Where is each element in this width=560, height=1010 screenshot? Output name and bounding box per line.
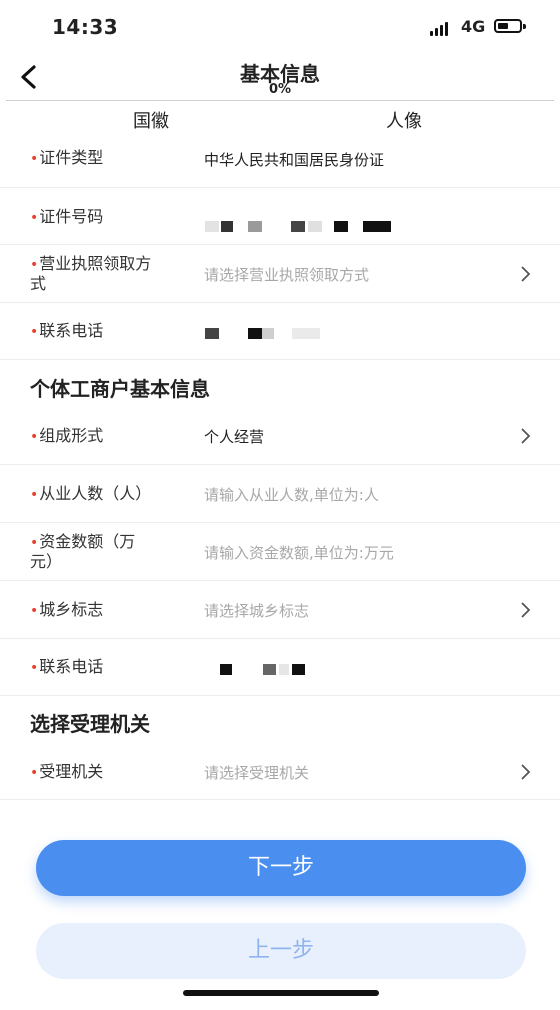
license-method-select[interactable]: 请选择营业执照领取方式: [204, 264, 369, 285]
capital-input[interactable]: 请输入资金数额,单位为:万元: [204, 542, 394, 563]
form-row-phone[interactable]: •联系电话: [0, 303, 560, 360]
divider: [6, 100, 554, 101]
authority-select[interactable]: 请选择受理机关: [204, 762, 309, 783]
chevron-right-icon: [521, 266, 531, 282]
field-label-line2: 元）: [30, 552, 63, 571]
field-label: •证件类型: [30, 148, 104, 167]
id-type-value: 中华人民共和国居民身份证: [204, 151, 385, 169]
form-row-employees[interactable]: •从业人数（人） 请输入从业人数,单位为:人: [0, 465, 560, 523]
id-side-tabs: 国徽 人像: [0, 103, 560, 137]
nav-bar: 基本信息 0%: [0, 56, 560, 102]
urban-rural-select[interactable]: 请选择城乡标志: [204, 600, 309, 621]
field-label: •联系电话: [30, 657, 104, 676]
chevron-right-icon: [521, 764, 531, 780]
composition-value[interactable]: 个人经营: [204, 426, 264, 447]
field-label: •受理机关: [30, 762, 104, 781]
battery-icon: [494, 19, 526, 33]
network-type: 4G: [461, 17, 486, 36]
form-row-business-phone[interactable]: •联系电话: [0, 639, 560, 696]
chevron-right-icon: [521, 602, 531, 618]
field-label: •从业人数（人）: [30, 484, 152, 503]
field-label: •资金数额（万: [30, 532, 136, 551]
status-bar: 14:33 4G: [0, 0, 560, 56]
previous-step-button[interactable]: 上一步: [36, 923, 526, 979]
home-indicator: [183, 990, 379, 996]
field-label: •城乡标志: [30, 600, 104, 619]
tab-national-emblem[interactable]: 国徽: [133, 107, 169, 133]
form-row-id-number[interactable]: •证件号码: [0, 188, 560, 245]
field-label: •营业执照领取方: [30, 254, 152, 273]
section-title-authority: 选择受理机关: [30, 712, 150, 736]
next-step-button[interactable]: 下一步: [36, 840, 526, 896]
signal-icon: [430, 20, 454, 36]
form-row-authority[interactable]: •受理机关 请选择受理机关: [0, 742, 560, 800]
form-row-capital[interactable]: •资金数额（万 元） 请输入资金数额,单位为:万元: [0, 523, 560, 581]
chevron-right-icon: [521, 428, 531, 444]
form-row-id-type[interactable]: •证件类型 中华人民共和国居民身份证: [0, 136, 560, 188]
section-title-business: 个体工商户基本信息: [30, 377, 210, 401]
form-row-license-method[interactable]: •营业执照领取方 式 请选择营业执照领取方式: [0, 245, 560, 303]
form-row-urban-rural[interactable]: •城乡标志 请选择城乡标志: [0, 581, 560, 639]
progress-percent: 0%: [268, 82, 292, 97]
employees-input[interactable]: 请输入从业人数,单位为:人: [204, 484, 379, 505]
field-label: •证件号码: [30, 207, 104, 226]
field-label-line2: 式: [30, 274, 47, 293]
status-time: 14:33: [52, 15, 119, 39]
field-label: •组成形式: [30, 426, 104, 445]
tab-portrait[interactable]: 人像: [386, 107, 422, 133]
field-label: •联系电话: [30, 321, 104, 340]
form-row-composition[interactable]: •组成形式 个人经营: [0, 408, 560, 465]
